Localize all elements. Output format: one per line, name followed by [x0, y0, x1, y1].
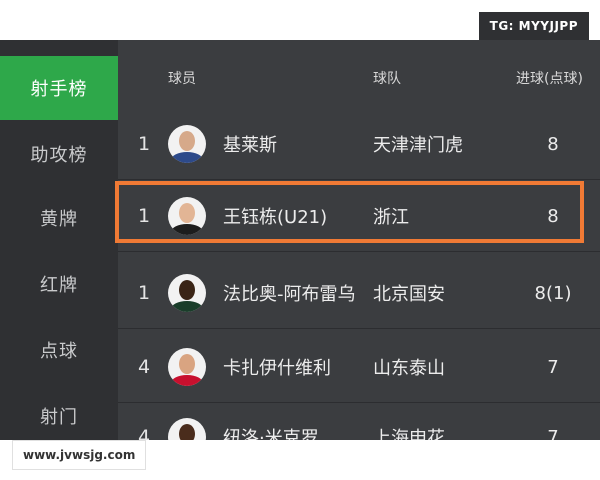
sidebar-item-label: 助攻榜	[30, 145, 88, 166]
header-goals: 进球(点球)	[516, 71, 583, 87]
sidebar-item-red-cards[interactable]: 红牌	[0, 252, 118, 316]
player-avatar	[168, 197, 206, 235]
table-row[interactable]: 1 基莱斯 天津津门虎 8	[118, 108, 600, 180]
stats-sidebar: 射手榜 助攻榜 黄牌 红牌 点球 射门	[0, 40, 118, 440]
player-name: 王钰栋(U21)	[223, 207, 328, 228]
goals-cell: 8	[547, 133, 559, 155]
sidebar-item-label: 黄牌	[40, 209, 78, 230]
team-name: 北京国安	[373, 284, 445, 305]
row-divider	[118, 328, 600, 329]
scorers-table: 球员 球队 进球(点球) 1 基莱斯 天津津门虎 8 1 王钰栋(U21) 浙江…	[118, 40, 600, 440]
sidebar-item-scorers[interactable]: 射手榜	[0, 56, 118, 120]
player-name: 卡扎伊什维利	[223, 358, 331, 379]
leaderboard-panel: 射手榜 助攻榜 黄牌 红牌 点球 射门 球员 球队 进球(点球) 1 基莱斯 天…	[0, 40, 600, 440]
player-avatar	[168, 418, 206, 440]
sidebar-item-yellow-cards[interactable]: 黄牌	[0, 186, 118, 250]
rank-cell: 4	[138, 356, 151, 378]
sidebar-item-shots[interactable]: 射门	[0, 384, 118, 440]
rank-cell: 1	[138, 205, 151, 227]
goals-cell: 7	[547, 356, 559, 378]
sidebar-item-assists[interactable]: 助攻榜	[0, 122, 118, 186]
goals-cell: 7	[547, 426, 559, 441]
team-name: 浙江	[373, 207, 409, 228]
goals-cell: 8	[547, 205, 559, 227]
player-avatar	[168, 125, 206, 163]
player-name: 纽洛·米克罗	[223, 428, 319, 440]
header-team: 球队	[373, 71, 401, 87]
sidebar-item-label: 红牌	[40, 275, 78, 296]
table-row[interactable]: 4 卡扎伊什维利 山东泰山 7	[118, 331, 600, 403]
sidebar-item-label: 射手榜	[30, 79, 88, 100]
team-name: 天津津门虎	[373, 135, 463, 156]
watermark-top-right: TG: MYYJJPP	[478, 12, 589, 40]
table-row[interactable]: 1 法比奥-阿布雷乌 北京国安 8(1)	[118, 257, 600, 329]
table-row[interactable]: 1 王钰栋(U21) 浙江 8	[118, 180, 600, 252]
goals-cell: 8(1)	[534, 282, 572, 304]
rank-cell: 1	[138, 133, 151, 155]
team-name: 山东泰山	[373, 358, 445, 379]
sidebar-item-label: 点球	[40, 341, 78, 362]
player-name: 法比奥-阿布雷乌	[223, 284, 356, 305]
player-name: 基莱斯	[223, 135, 277, 156]
watermark-bottom-left: www.jvwsjg.com	[12, 440, 147, 470]
player-avatar	[168, 274, 206, 312]
rank-cell: 4	[138, 426, 151, 440]
table-row[interactable]: 4 纽洛·米克罗 上海申花 7	[118, 401, 600, 440]
sidebar-item-label: 射门	[40, 407, 78, 428]
player-avatar	[168, 348, 206, 386]
sidebar-item-penalties[interactable]: 点球	[0, 318, 118, 382]
row-divider	[118, 251, 600, 252]
team-name: 上海申花	[373, 428, 445, 440]
rank-cell: 1	[138, 282, 151, 304]
header-player: 球员	[168, 71, 196, 87]
